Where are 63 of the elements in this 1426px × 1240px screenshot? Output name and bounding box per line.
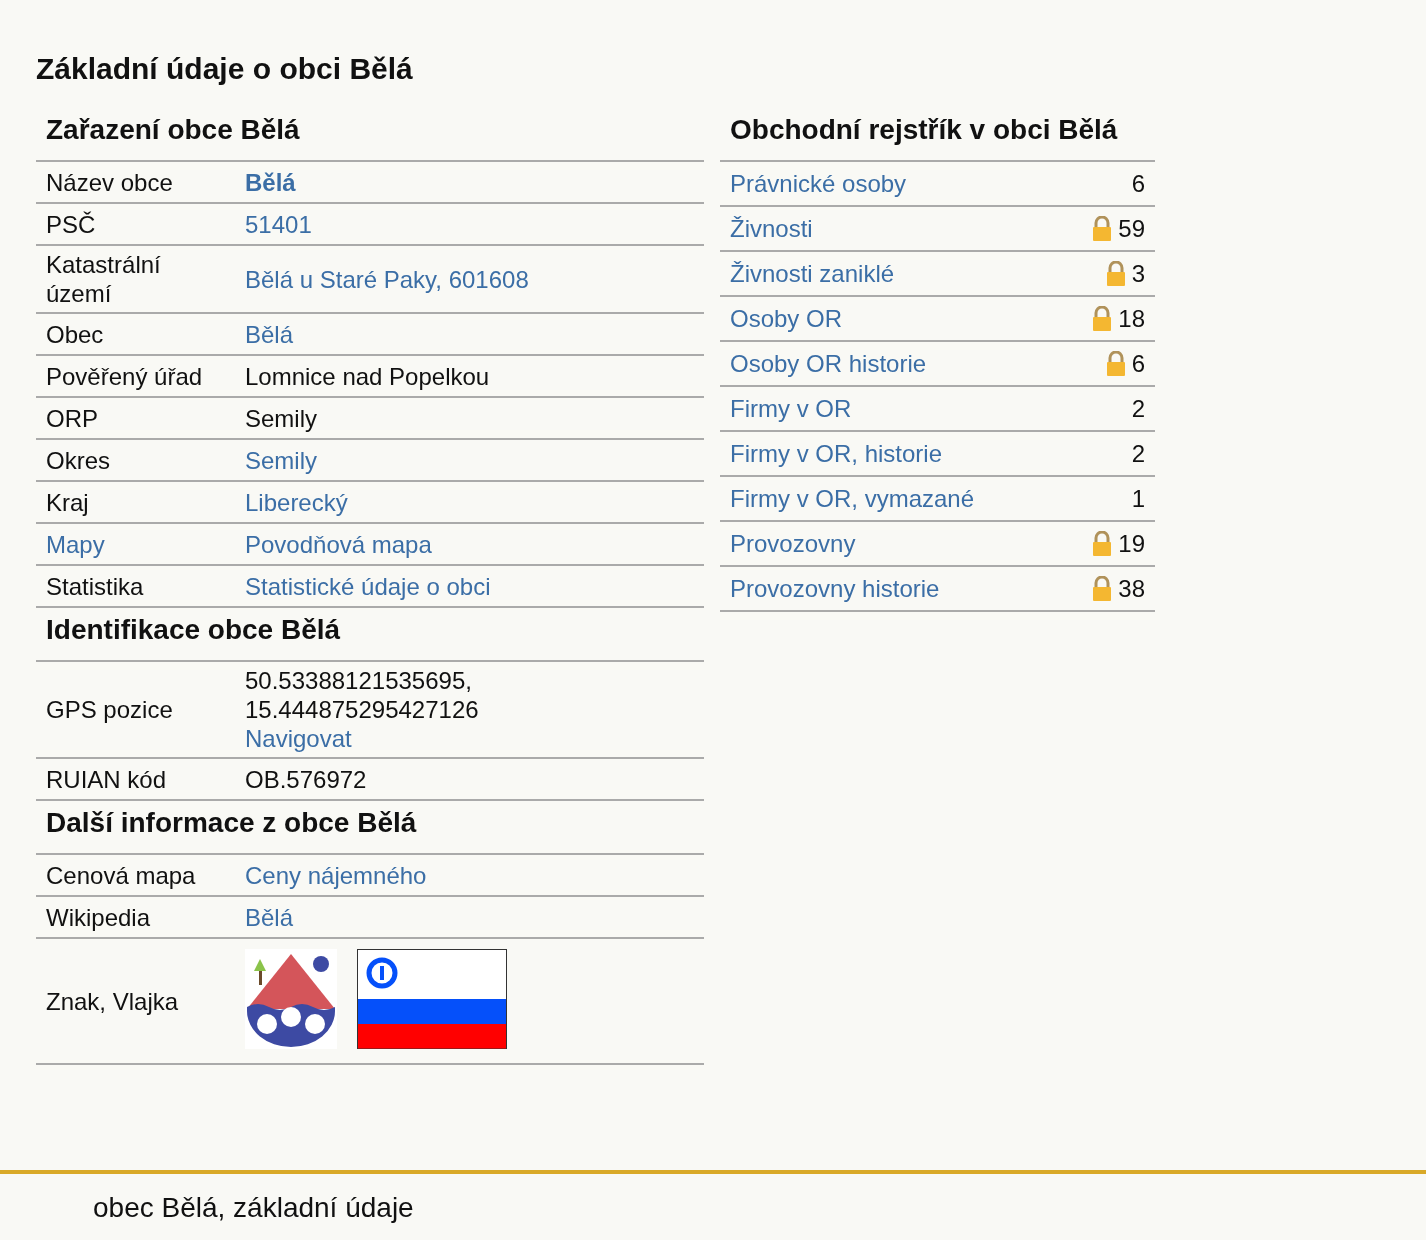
row-label: Okres [46, 446, 110, 474]
value-link[interactable]: Semily [245, 445, 694, 475]
label-link[interactable]: Mapy [46, 530, 105, 558]
register-link[interactable]: Provozovny historie [730, 574, 940, 603]
register-link[interactable]: Firmy v OR, historie [730, 439, 942, 468]
padlock-icon [1092, 305, 1113, 332]
value-link[interactable]: Navigovat [245, 724, 694, 753]
record-count: 6 [1131, 169, 1145, 198]
row-value: Semily [245, 403, 318, 433]
value-link[interactable]: Bělá [245, 902, 694, 932]
record-count: 2 [1131, 394, 1145, 423]
register-link[interactable]: Živnosti zaniklé [730, 259, 895, 288]
section-heading: Obchodní rejstřík v obci Bělá [720, 108, 1155, 162]
row-value: 50.53388121535695, [245, 666, 473, 695]
row-label: GPS pozice [46, 696, 173, 723]
padlock-icon [1092, 530, 1113, 557]
page-title: Základní údaje o obci Bělá [36, 52, 414, 86]
row-value: Lomnice nad Popelkou [245, 361, 491, 391]
row-label: Katastrální území [46, 251, 161, 307]
section-heading: Zařazení obce Bělá [36, 108, 704, 162]
row-label: ORP [46, 404, 98, 432]
padlock-icon [1092, 215, 1113, 242]
row-label: Kraj [46, 488, 89, 516]
padlock-icon [1105, 350, 1126, 377]
row-value: OB.576972 [245, 764, 368, 794]
register-link[interactable]: Firmy v OR [730, 394, 852, 423]
register-link[interactable]: Provozovny [730, 529, 856, 558]
row-value: 15.444875295427126 [245, 695, 480, 724]
record-count: 6 [1131, 349, 1145, 378]
record-count: 18 [1118, 304, 1145, 333]
footer-text: obec Bělá, základní údaje [93, 1192, 414, 1223]
register-link[interactable]: Živnosti [730, 214, 813, 243]
register-link[interactable]: Osoby OR historie [730, 349, 927, 378]
section-heading: Další informace z obce Bělá [36, 801, 704, 855]
row-label: Název obce [46, 168, 173, 196]
row-label: Obec [46, 320, 104, 348]
row-label: Wikipedia [46, 903, 151, 931]
row-label: RUIAN kód [46, 765, 167, 793]
value-link[interactable]: Liberecký [245, 487, 694, 517]
row-label: Pověřený úřad [46, 362, 203, 390]
row-label: Znak, Vlajka [46, 987, 179, 1015]
section-heading: Identifikace obce Bělá [36, 608, 704, 662]
record-count: 59 [1118, 214, 1145, 243]
record-count: 2 [1131, 439, 1145, 468]
record-count: 3 [1131, 259, 1145, 288]
padlock-icon [1105, 260, 1126, 287]
register-link[interactable]: Firmy v OR, vymazané [730, 484, 975, 513]
row-label: PSČ [46, 210, 96, 238]
record-count: 1 [1131, 484, 1145, 513]
value-link[interactable]: Bělá [245, 167, 694, 197]
record-count: 38 [1118, 574, 1145, 603]
row-label: Statistika [46, 572, 144, 600]
row-label: Cenová mapa [46, 861, 196, 889]
value-link[interactable]: Bělá [245, 319, 694, 349]
value-link[interactable]: Statistické údaje o obci [245, 571, 694, 601]
value-link[interactable]: 51401 [245, 209, 694, 239]
register-link[interactable]: Osoby OR [730, 304, 843, 333]
register-link[interactable]: Právnické osoby [730, 169, 907, 198]
value-link[interactable]: Ceny nájemného [245, 860, 694, 890]
value-link[interactable]: Povodňová mapa [245, 529, 694, 559]
padlock-icon [1092, 575, 1113, 602]
value-link[interactable]: Bělá u Staré Paky, 601608 [245, 264, 694, 294]
record-count: 19 [1118, 529, 1145, 558]
